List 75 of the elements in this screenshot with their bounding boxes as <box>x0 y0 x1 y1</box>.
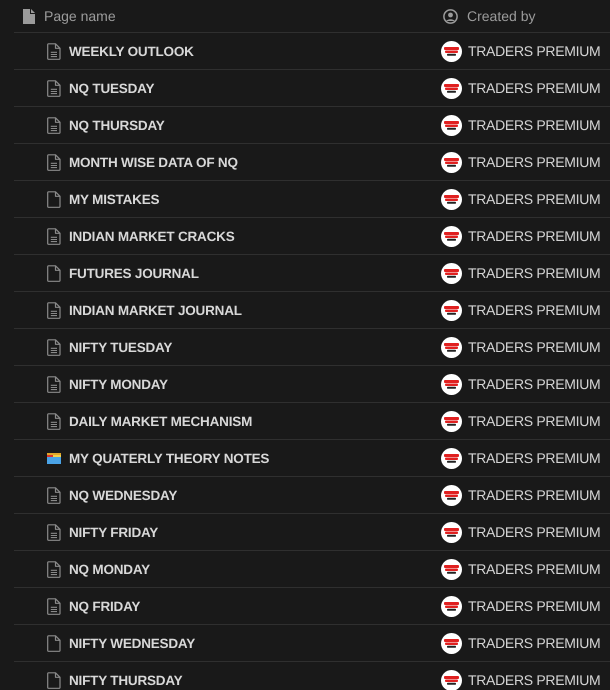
page-title[interactable]: NIFTY WEDNESDAY <box>69 636 196 650</box>
document-icon <box>47 42 61 60</box>
creator-name: TRADERS PREMIUM <box>468 228 600 244</box>
person-icon <box>443 8 458 24</box>
avatar-icon <box>441 522 462 542</box>
avatar-icon <box>441 484 462 506</box>
avatar-icon <box>441 262 462 284</box>
avatar-icon <box>441 114 462 136</box>
document-icon <box>47 524 61 540</box>
creator-name: TRADERS PREMIUM <box>468 524 600 540</box>
page-icon <box>23 8 35 24</box>
creator-name: TRADERS PREMIUM <box>468 487 600 503</box>
creator-name: TRADERS PREMIUM <box>468 339 600 355</box>
avatar-icon <box>441 336 462 358</box>
document-icon <box>47 154 61 170</box>
page-title[interactable]: INDIAN MARKET JOURNAL <box>69 302 242 318</box>
document-icon <box>47 376 61 392</box>
creator-name: TRADERS PREMIUM <box>468 43 600 59</box>
column-header[interactable]: Page name <box>44 8 116 24</box>
creator-name: TRADERS PREMIUM <box>468 80 600 96</box>
creator-name: TRADERS PREMIUM <box>468 302 600 318</box>
document-icon <box>47 598 61 614</box>
document-icon <box>47 560 61 578</box>
avatar-icon <box>441 410 462 432</box>
creator-name: TRADERS PREMIUM <box>468 413 600 429</box>
document-icon <box>47 302 61 318</box>
page-title[interactable]: MY MISTAKES <box>69 192 160 206</box>
page-title[interactable]: NQ TUESDAY <box>69 80 154 96</box>
creator-name: TRADERS PREMIUM <box>468 191 600 207</box>
page-title[interactable]: NQ FRIDAY <box>69 598 140 614</box>
page-title[interactable]: WEEKLY OUTLOOK <box>69 44 194 58</box>
creator-name: TRADERS PREMIUM <box>468 265 600 281</box>
document-icon <box>47 80 61 96</box>
document-icon <box>47 338 61 356</box>
page-title[interactable]: NQ WEDNESDAY <box>69 488 178 502</box>
page-icon <box>47 672 61 688</box>
creator-name: TRADERS PREMIUM <box>468 450 600 466</box>
page-icon <box>47 634 61 652</box>
page-title[interactable]: INDIAN MARKET CRACKS <box>69 228 234 244</box>
page-title[interactable]: NIFTY TUESDAY <box>69 340 172 354</box>
page-title[interactable]: NIFTY THURSDAY <box>69 672 182 688</box>
document-icon <box>47 486 61 504</box>
avatar-icon <box>441 448 462 468</box>
avatar-icon <box>441 632 462 654</box>
creator-name: TRADERS PREMIUM <box>468 598 600 614</box>
picture-icon <box>47 452 61 464</box>
creator-name: TRADERS PREMIUM <box>468 117 600 133</box>
page-title[interactable]: NIFTY MONDAY <box>69 376 168 392</box>
creator-name: TRADERS PREMIUM <box>468 635 600 651</box>
creator-name: TRADERS PREMIUM <box>468 561 600 577</box>
column-header[interactable]: Created by <box>467 8 536 24</box>
creator-name: TRADERS PREMIUM <box>468 672 600 688</box>
creator-name: TRADERS PREMIUM <box>468 376 600 392</box>
avatar-icon <box>441 374 462 394</box>
page-title[interactable]: NQ MONDAY <box>69 562 150 576</box>
avatar-icon <box>441 596 462 616</box>
page-icon <box>47 264 61 282</box>
creator-name: TRADERS PREMIUM <box>468 154 600 170</box>
avatar-icon <box>441 188 462 210</box>
avatar-icon <box>441 226 462 246</box>
page-title[interactable]: NIFTY FRIDAY <box>69 524 158 540</box>
page-title[interactable]: MONTH WISE DATA OF NQ <box>69 154 238 170</box>
page-title[interactable]: NQ THURSDAY <box>69 118 165 132</box>
page-icon <box>47 190 61 208</box>
document-icon <box>47 228 61 244</box>
avatar-icon <box>441 558 462 580</box>
page-title[interactable]: DAILY MARKET MECHANISM <box>69 414 252 428</box>
document-icon <box>47 116 61 134</box>
page-title[interactable]: MY QUATERLY THEORY NOTES <box>69 450 270 466</box>
avatar-icon <box>441 300 462 320</box>
avatar-icon <box>441 78 462 98</box>
avatar-icon <box>441 40 462 62</box>
page-title[interactable]: FUTURES JOURNAL <box>69 266 199 280</box>
document-icon <box>47 412 61 430</box>
avatar-icon <box>441 152 462 172</box>
